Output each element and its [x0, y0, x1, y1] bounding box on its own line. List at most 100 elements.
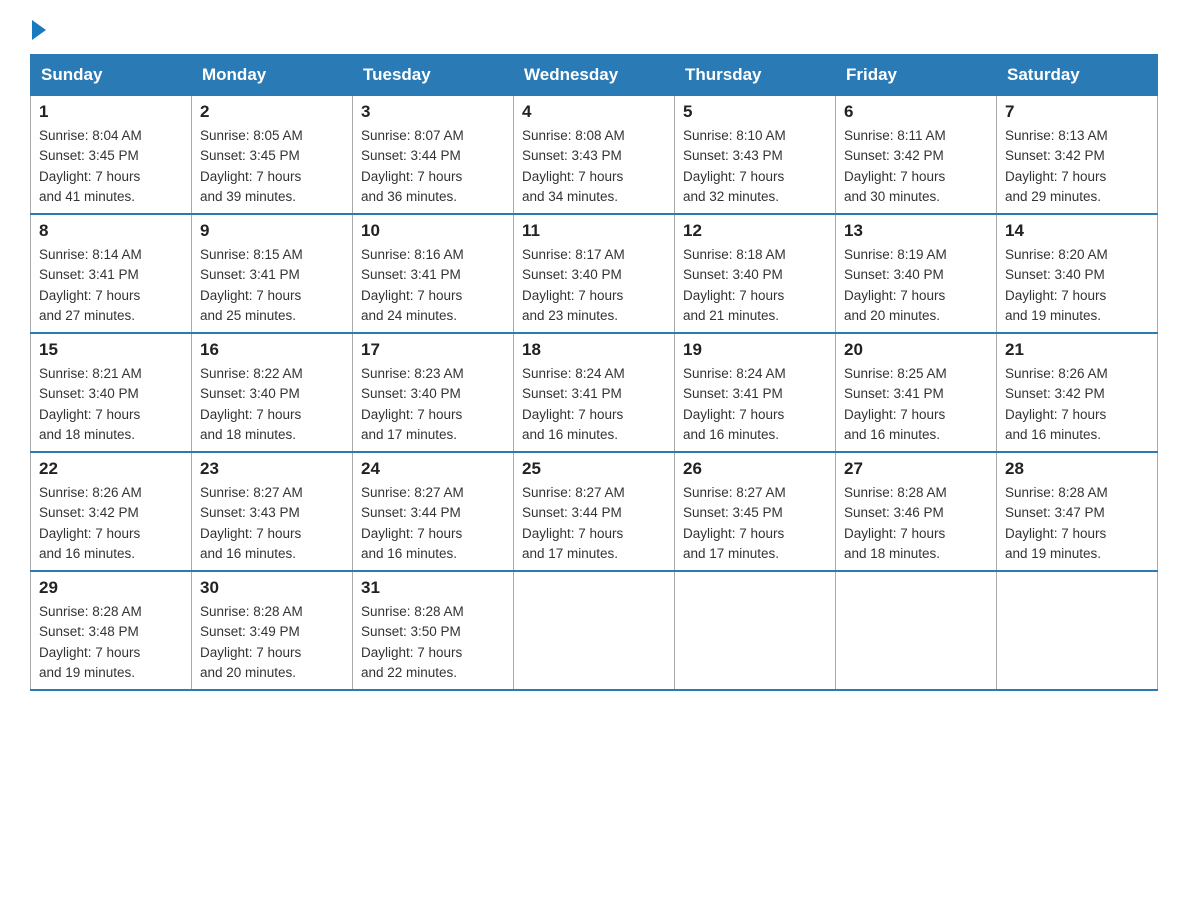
day-info: Sunrise: 8:28 AMSunset: 3:47 PMDaylight:… [1005, 483, 1149, 564]
calendar-day-cell: 21 Sunrise: 8:26 AMSunset: 3:42 PMDayligh… [997, 333, 1158, 452]
day-info: Sunrise: 8:27 AMSunset: 3:44 PMDaylight:… [522, 483, 666, 564]
day-number: 15 [39, 340, 183, 360]
calendar-day-cell: 1 Sunrise: 8:04 AMSunset: 3:45 PMDaylight… [31, 96, 192, 215]
day-number: 24 [361, 459, 505, 479]
calendar-day-cell [675, 571, 836, 690]
day-number: 1 [39, 102, 183, 122]
day-info: Sunrise: 8:27 AMSunset: 3:43 PMDaylight:… [200, 483, 344, 564]
day-info: Sunrise: 8:27 AMSunset: 3:44 PMDaylight:… [361, 483, 505, 564]
calendar-day-cell: 11 Sunrise: 8:17 AMSunset: 3:40 PMDayligh… [514, 214, 675, 333]
day-number: 13 [844, 221, 988, 241]
day-number: 4 [522, 102, 666, 122]
day-info: Sunrise: 8:27 AMSunset: 3:45 PMDaylight:… [683, 483, 827, 564]
calendar-day-cell: 9 Sunrise: 8:15 AMSunset: 3:41 PMDaylight… [192, 214, 353, 333]
calendar-week-row: 15 Sunrise: 8:21 AMSunset: 3:40 PMDayligh… [31, 333, 1158, 452]
day-number: 17 [361, 340, 505, 360]
day-number: 8 [39, 221, 183, 241]
day-info: Sunrise: 8:18 AMSunset: 3:40 PMDaylight:… [683, 245, 827, 326]
calendar-day-cell: 27 Sunrise: 8:28 AMSunset: 3:46 PMDayligh… [836, 452, 997, 571]
calendar-week-row: 8 Sunrise: 8:14 AMSunset: 3:41 PMDaylight… [31, 214, 1158, 333]
day-number: 16 [200, 340, 344, 360]
day-number: 23 [200, 459, 344, 479]
day-number: 21 [1005, 340, 1149, 360]
calendar-day-cell: 25 Sunrise: 8:27 AMSunset: 3:44 PMDayligh… [514, 452, 675, 571]
day-info: Sunrise: 8:28 AMSunset: 3:48 PMDaylight:… [39, 602, 183, 683]
day-number: 20 [844, 340, 988, 360]
day-number: 18 [522, 340, 666, 360]
day-number: 3 [361, 102, 505, 122]
day-info: Sunrise: 8:25 AMSunset: 3:41 PMDaylight:… [844, 364, 988, 445]
calendar-week-row: 22 Sunrise: 8:26 AMSunset: 3:42 PMDayligh… [31, 452, 1158, 571]
day-number: 27 [844, 459, 988, 479]
day-info: Sunrise: 8:08 AMSunset: 3:43 PMDaylight:… [522, 126, 666, 207]
day-info: Sunrise: 8:20 AMSunset: 3:40 PMDaylight:… [1005, 245, 1149, 326]
calendar-day-cell: 24 Sunrise: 8:27 AMSunset: 3:44 PMDayligh… [353, 452, 514, 571]
calendar-day-cell: 18Sunrise: 8:24 AMSunset: 3:41 PMDayligh… [514, 333, 675, 452]
calendar-day-cell: 4 Sunrise: 8:08 AMSunset: 3:43 PMDaylight… [514, 96, 675, 215]
calendar-day-cell [514, 571, 675, 690]
day-info: Sunrise: 8:11 AMSunset: 3:42 PMDaylight:… [844, 126, 988, 207]
calendar-day-cell: 29 Sunrise: 8:28 AMSunset: 3:48 PMDayligh… [31, 571, 192, 690]
day-info: Sunrise: 8:26 AMSunset: 3:42 PMDaylight:… [1005, 364, 1149, 445]
day-info: Sunrise: 8:26 AMSunset: 3:42 PMDaylight:… [39, 483, 183, 564]
calendar-body: 1 Sunrise: 8:04 AMSunset: 3:45 PMDaylight… [31, 96, 1158, 691]
day-info: Sunrise: 8:24 AMSunset: 3:41 PMDaylight:… [683, 364, 827, 445]
day-of-week-header: Sunday [31, 55, 192, 96]
day-info: Sunrise: 8:16 AMSunset: 3:41 PMDaylight:… [361, 245, 505, 326]
day-number: 11 [522, 221, 666, 241]
day-info: Sunrise: 8:17 AMSunset: 3:40 PMDaylight:… [522, 245, 666, 326]
day-number: 25 [522, 459, 666, 479]
day-info: Sunrise: 8:22 AMSunset: 3:40 PMDaylight:… [200, 364, 344, 445]
calendar-day-cell: 8 Sunrise: 8:14 AMSunset: 3:41 PMDaylight… [31, 214, 192, 333]
day-number: 2 [200, 102, 344, 122]
calendar-week-row: 29 Sunrise: 8:28 AMSunset: 3:48 PMDayligh… [31, 571, 1158, 690]
day-info: Sunrise: 8:19 AMSunset: 3:40 PMDaylight:… [844, 245, 988, 326]
day-number: 22 [39, 459, 183, 479]
calendar-day-cell: 2 Sunrise: 8:05 AMSunset: 3:45 PMDaylight… [192, 96, 353, 215]
calendar-header: SundayMondayTuesdayWednesdayThursdayFrid… [31, 55, 1158, 96]
calendar-day-cell [997, 571, 1158, 690]
day-number: 6 [844, 102, 988, 122]
day-info: Sunrise: 8:05 AMSunset: 3:45 PMDaylight:… [200, 126, 344, 207]
day-number: 19 [683, 340, 827, 360]
day-info: Sunrise: 8:07 AMSunset: 3:44 PMDaylight:… [361, 126, 505, 207]
day-info: Sunrise: 8:28 AMSunset: 3:49 PMDaylight:… [200, 602, 344, 683]
calendar-day-cell: 14Sunrise: 8:20 AMSunset: 3:40 PMDayligh… [997, 214, 1158, 333]
calendar-day-cell: 6 Sunrise: 8:11 AMSunset: 3:42 PMDaylight… [836, 96, 997, 215]
calendar-day-cell: 19 Sunrise: 8:24 AMSunset: 3:41 PMDayligh… [675, 333, 836, 452]
day-info: Sunrise: 8:15 AMSunset: 3:41 PMDaylight:… [200, 245, 344, 326]
day-of-week-header: Monday [192, 55, 353, 96]
day-info: Sunrise: 8:04 AMSunset: 3:45 PMDaylight:… [39, 126, 183, 207]
calendar-day-cell: 20 Sunrise: 8:25 AMSunset: 3:41 PMDayligh… [836, 333, 997, 452]
day-number: 5 [683, 102, 827, 122]
day-of-week-header: Wednesday [514, 55, 675, 96]
day-number: 29 [39, 578, 183, 598]
day-info: Sunrise: 8:28 AMSunset: 3:50 PMDaylight:… [361, 602, 505, 683]
calendar-day-cell: 17 Sunrise: 8:23 AMSunset: 3:40 PMDayligh… [353, 333, 514, 452]
logo [30, 20, 48, 36]
calendar-day-cell: 12 Sunrise: 8:18 AMSunset: 3:40 PMDayligh… [675, 214, 836, 333]
calendar-day-cell: 13 Sunrise: 8:19 AMSunset: 3:40 PMDayligh… [836, 214, 997, 333]
calendar-day-cell: 16 Sunrise: 8:22 AMSunset: 3:40 PMDayligh… [192, 333, 353, 452]
calendar-day-cell: 30Sunrise: 8:28 AMSunset: 3:49 PMDayligh… [192, 571, 353, 690]
day-info: Sunrise: 8:14 AMSunset: 3:41 PMDaylight:… [39, 245, 183, 326]
day-info: Sunrise: 8:13 AMSunset: 3:42 PMDaylight:… [1005, 126, 1149, 207]
day-info: Sunrise: 8:21 AMSunset: 3:40 PMDaylight:… [39, 364, 183, 445]
days-of-week-row: SundayMondayTuesdayWednesdayThursdayFrid… [31, 55, 1158, 96]
calendar-day-cell: 7Sunrise: 8:13 AMSunset: 3:42 PMDaylight… [997, 96, 1158, 215]
day-info: Sunrise: 8:23 AMSunset: 3:40 PMDaylight:… [361, 364, 505, 445]
calendar-day-cell: 15 Sunrise: 8:21 AMSunset: 3:40 PMDayligh… [31, 333, 192, 452]
day-number: 12 [683, 221, 827, 241]
day-of-week-header: Saturday [997, 55, 1158, 96]
day-of-week-header: Thursday [675, 55, 836, 96]
day-of-week-header: Tuesday [353, 55, 514, 96]
day-number: 9 [200, 221, 344, 241]
day-of-week-header: Friday [836, 55, 997, 96]
logo-arrow-icon [32, 20, 46, 40]
calendar-day-cell: 23 Sunrise: 8:27 AMSunset: 3:43 PMDayligh… [192, 452, 353, 571]
day-info: Sunrise: 8:28 AMSunset: 3:46 PMDaylight:… [844, 483, 988, 564]
day-number: 26 [683, 459, 827, 479]
day-number: 10 [361, 221, 505, 241]
calendar-day-cell: 28Sunrise: 8:28 AMSunset: 3:47 PMDayligh… [997, 452, 1158, 571]
page-header [30, 20, 1158, 36]
